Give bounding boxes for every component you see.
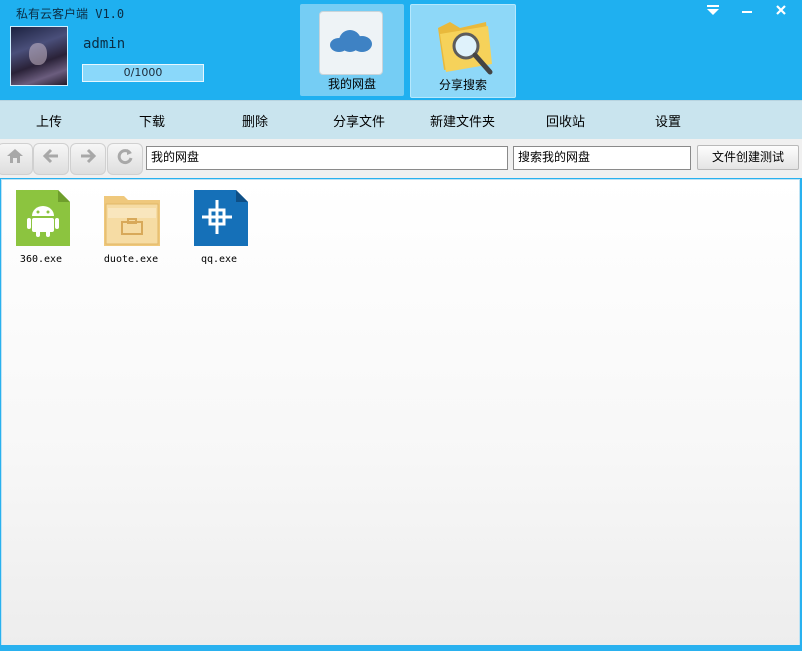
android-icon [16, 190, 70, 246]
back-arrow-icon[interactable] [33, 143, 69, 175]
close-icon[interactable] [770, 2, 792, 22]
quota-text: 0/1000 [123, 66, 163, 79]
app-window: 私有云客户端 V1.0 admin 0/1000 我的网盘 分享搜索 上传 下载… [0, 0, 802, 651]
forward-arrow-icon[interactable] [70, 143, 106, 175]
menu-down-icon[interactable] [702, 2, 724, 22]
file-name: duote.exe [103, 254, 159, 265]
minimize-icon[interactable] [736, 2, 758, 22]
tab-share-search[interactable]: 分享搜索 [410, 4, 516, 98]
recycle-bin-button[interactable]: 回收站 [546, 111, 585, 130]
refresh-icon[interactable] [107, 143, 143, 175]
avatar[interactable] [10, 26, 68, 86]
toolbar: 上传 下载 删除 分享文件 新建文件夹 回收站 设置 [0, 100, 802, 140]
file-name: 360.exe [19, 254, 63, 265]
header: 私有云客户端 V1.0 admin 0/1000 我的网盘 分享搜索 [0, 0, 802, 100]
file-create-test-button[interactable]: 文件创建测试 [697, 145, 799, 170]
username: admin [83, 36, 126, 52]
file-list: 360.exe duote.exe qq.exe [1, 179, 800, 646]
file-name: qq.exe [200, 254, 238, 265]
settings-button[interactable]: 设置 [655, 111, 681, 130]
path-input[interactable]: 我的网盘 [146, 146, 508, 170]
address-bar: 我的网盘 搜索我的网盘 文件创建测试 [0, 139, 802, 178]
home-icon[interactable] [0, 143, 33, 175]
upload-button[interactable]: 上传 [36, 111, 62, 130]
quota-bar: 0/1000 [82, 64, 204, 82]
file-item-duote[interactable]: duote.exe [96, 186, 166, 268]
app-title: 私有云客户端 V1.0 [16, 7, 125, 21]
tab-share-search-label: 分享搜索 [438, 78, 487, 92]
cloud-disk-icon [319, 11, 383, 75]
crosshair-icon [194, 190, 248, 246]
file-item-360[interactable]: 360.exe [6, 186, 76, 268]
tab-my-disk[interactable]: 我的网盘 [300, 4, 404, 96]
folder-icon [104, 196, 160, 246]
window-controls [702, 2, 792, 22]
tab-my-disk-label: 我的网盘 [327, 77, 376, 91]
folder-search-icon [438, 22, 493, 75]
delete-button[interactable]: 删除 [242, 111, 268, 130]
file-item-qq[interactable]: qq.exe [184, 186, 254, 268]
share-file-button[interactable]: 分享文件 [333, 111, 385, 130]
window-bottom-border [0, 645, 802, 651]
new-folder-button[interactable]: 新建文件夹 [430, 111, 495, 130]
search-input[interactable]: 搜索我的网盘 [513, 146, 691, 170]
download-button[interactable]: 下载 [139, 111, 165, 130]
